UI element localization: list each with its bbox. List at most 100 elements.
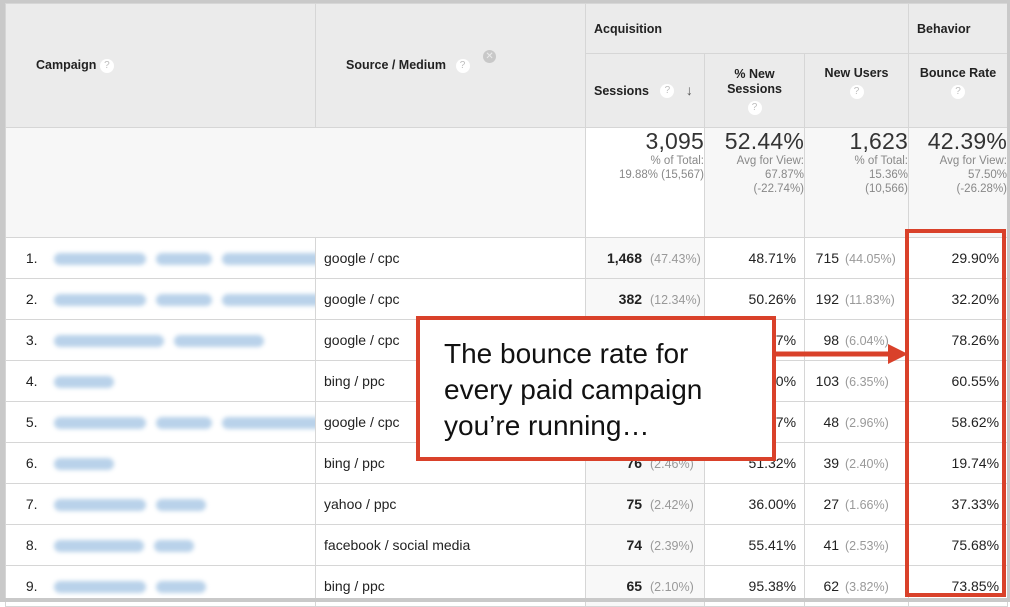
new-users-cell: 192 (11.83%) [804, 278, 910, 320]
header-pct-new-sessions[interactable]: % New Sessions ? [704, 53, 806, 128]
row-index: 1. [5, 237, 48, 279]
sessions-value: 65 [626, 578, 643, 594]
row-index: 6. [5, 442, 48, 484]
header-sessions[interactable]: Sessions ? ↓ [585, 53, 706, 128]
sessions-value: 382 [618, 291, 643, 307]
campaign-link-redacted[interactable] [47, 237, 317, 279]
source-medium-link[interactable]: yahoo / ppc [315, 483, 587, 525]
campaign-link-redacted[interactable] [47, 565, 317, 607]
new-users-value: 103 [815, 373, 840, 389]
table-row: 8. facebook / social media 74 (2.39%) 55.… [5, 524, 1009, 566]
redacted-text [173, 335, 264, 348]
redacted-text [53, 540, 144, 553]
row-index: 2. [5, 278, 48, 320]
pct-new-sessions-cell: 36.00% [704, 483, 806, 525]
header-campaign-label: Campaign [36, 58, 97, 73]
pct-new-sessions-cell: 55.41% [704, 524, 806, 566]
help-icon[interactable]: ? [99, 58, 114, 73]
sessions-cell: 1,468 (47.43%) [585, 237, 706, 279]
campaign-link-redacted[interactable] [47, 278, 317, 320]
new-users-pct: (2.40%) [845, 457, 889, 471]
sort-descending-icon[interactable]: ↓ [686, 82, 693, 98]
new-users-value: 39 [823, 455, 840, 471]
header-new-users[interactable]: New Users ? [804, 53, 910, 128]
new-users-value: 192 [815, 291, 840, 307]
help-icon[interactable]: ? [951, 85, 966, 99]
sessions-value: 75 [626, 496, 643, 512]
new-users-cell: 62 (3.82%) [804, 565, 910, 607]
campaign-link-redacted[interactable] [47, 401, 317, 443]
new-users-value: 41 [823, 537, 840, 553]
new-users-cell: 39 (2.40%) [804, 442, 910, 484]
sessions-pct: (2.39%) [650, 539, 694, 553]
table-row: 2. google / cpc 382 (12.34%) 50.26% 192 (1… [5, 278, 1009, 320]
redacted-text [155, 499, 206, 512]
header-pct-new-sessions-label: % New Sessions [727, 66, 782, 96]
total-bounce-rate-value: 42.39% [927, 128, 1008, 155]
header-campaign[interactable]: Campaign ? [4, 3, 317, 128]
sessions-cell: 74 (2.39%) [585, 524, 706, 566]
redacted-text [155, 417, 212, 430]
pct-new-sessions-cell: 48.71% [704, 237, 806, 279]
source-medium-link[interactable]: google / cpc [315, 237, 587, 279]
sessions-cell: 382 (12.34%) [585, 278, 706, 320]
sessions-cell: 65 (2.10%) [585, 565, 706, 607]
total-new-users: 1,623 % of Total: 15.36% (10,566) [804, 127, 910, 238]
help-icon[interactable]: ? [747, 100, 762, 115]
table-row: 7. yahoo / ppc 75 (2.42%) 36.00% 27 (1.66%… [5, 483, 1009, 525]
row-index: 4. [5, 360, 48, 402]
pct-new-sessions-cell: 95.38% [704, 565, 806, 607]
help-icon[interactable]: ? [455, 58, 470, 73]
remove-dimension-icon[interactable]: ✕ [483, 50, 497, 64]
new-users-value: 27 [823, 496, 840, 512]
total-bounce-rate: 42.39% Avg for View: 57.50% (-26.28%) [908, 127, 1009, 238]
row-index: 8. [5, 524, 48, 566]
header-new-users-label: New Users [824, 66, 889, 80]
redacted-text [53, 335, 164, 348]
redacted-text [153, 540, 194, 553]
new-users-cell: 103 (6.35%) [804, 360, 910, 402]
source-medium-link[interactable]: facebook / social media [315, 524, 587, 566]
row-index: 5. [5, 401, 48, 443]
callout-arrow-icon [776, 344, 908, 364]
header-bounce-rate[interactable]: Bounce Rate ? [908, 53, 1009, 128]
redacted-text [221, 294, 315, 307]
analytics-report-table: Campaign ? Source / Medium ? ✕ Acquisiti… [4, 3, 1009, 607]
new-users-pct: (1.66%) [845, 498, 889, 512]
redacted-text [155, 581, 206, 594]
table-row: 9. bing / ppc 65 (2.10%) 95.38% 62 (3.82%)… [5, 565, 1009, 607]
sessions-value: 74 [626, 537, 643, 553]
redacted-text [53, 417, 146, 430]
campaign-link-redacted[interactable] [47, 319, 317, 361]
row-index: 9. [5, 565, 48, 607]
source-medium-link[interactable]: google / cpc [315, 278, 587, 320]
total-new-users-sub: % of Total: 15.36% (10,566) [854, 155, 909, 195]
redacted-text [53, 253, 146, 266]
sessions-pct: (47.43%) [650, 252, 701, 266]
redacted-text [53, 376, 114, 389]
new-users-cell: 48 (2.96%) [804, 401, 910, 443]
annotation-callout: The bounce rate for every paid campaign … [416, 316, 776, 461]
header-group-behavior: Behavior [908, 3, 1009, 54]
campaign-link-redacted[interactable] [47, 442, 317, 484]
source-medium-link[interactable]: bing / ppc [315, 565, 587, 607]
new-users-pct: (3.82%) [845, 580, 889, 594]
total-pct-new-sessions: 52.44% Avg for View: 67.87% (-22.74%) [704, 127, 806, 238]
pct-new-sessions-cell: 50.26% [704, 278, 806, 320]
campaign-link-redacted[interactable] [47, 524, 317, 566]
redacted-text [155, 294, 212, 307]
bounce-rate-highlight-box [905, 229, 1006, 597]
header-sessions-label: Sessions [594, 83, 649, 98]
row-index: 7. [5, 483, 48, 525]
campaign-link-redacted[interactable] [47, 483, 317, 525]
campaign-link-redacted[interactable] [47, 360, 317, 402]
new-users-pct: (2.53%) [845, 539, 889, 553]
redacted-text [53, 458, 114, 471]
help-icon[interactable]: ? [849, 85, 864, 99]
row-index: 3. [5, 319, 48, 361]
help-icon[interactable]: ? [660, 84, 675, 99]
header-source-medium[interactable]: Source / Medium ? ✕ [315, 3, 587, 128]
totals-label-cell [4, 127, 587, 238]
new-users-pct: (44.05%) [845, 252, 896, 266]
header-group-acquisition: Acquisition [585, 3, 910, 54]
